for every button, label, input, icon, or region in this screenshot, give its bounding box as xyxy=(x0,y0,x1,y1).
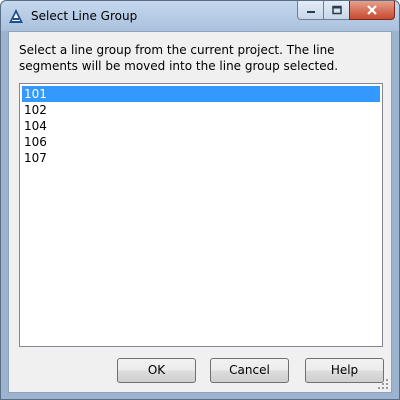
maximize-button[interactable] xyxy=(323,1,350,20)
list-item[interactable]: 101 xyxy=(22,86,380,102)
dialog-window: Select Line Group Select a line group fr… xyxy=(0,0,400,400)
list-item[interactable]: 107 xyxy=(22,150,380,166)
instruction-text: Select a line group from the current pro… xyxy=(19,43,339,73)
title-bar[interactable]: Select Line Group xyxy=(1,1,399,31)
cancel-button[interactable]: Cancel xyxy=(210,358,289,383)
resize-grip-icon[interactable] xyxy=(377,378,389,390)
list-item[interactable]: 102 xyxy=(22,102,380,118)
minimize-button[interactable] xyxy=(297,1,324,20)
maximize-icon xyxy=(331,5,342,15)
list-item[interactable]: 106 xyxy=(22,134,380,150)
app-icon xyxy=(9,9,23,23)
minimize-icon xyxy=(306,11,315,13)
list-item[interactable]: 104 xyxy=(22,118,380,134)
line-group-list[interactable]: 101 102 104 106 107 xyxy=(19,83,383,347)
ok-button[interactable]: OK xyxy=(117,358,196,383)
help-button[interactable]: Help xyxy=(305,358,384,383)
window-title: Select Line Group xyxy=(31,9,138,23)
close-button[interactable] xyxy=(349,1,395,20)
dialog-body: Select a line group from the current pro… xyxy=(8,31,392,393)
close-icon xyxy=(367,5,377,15)
